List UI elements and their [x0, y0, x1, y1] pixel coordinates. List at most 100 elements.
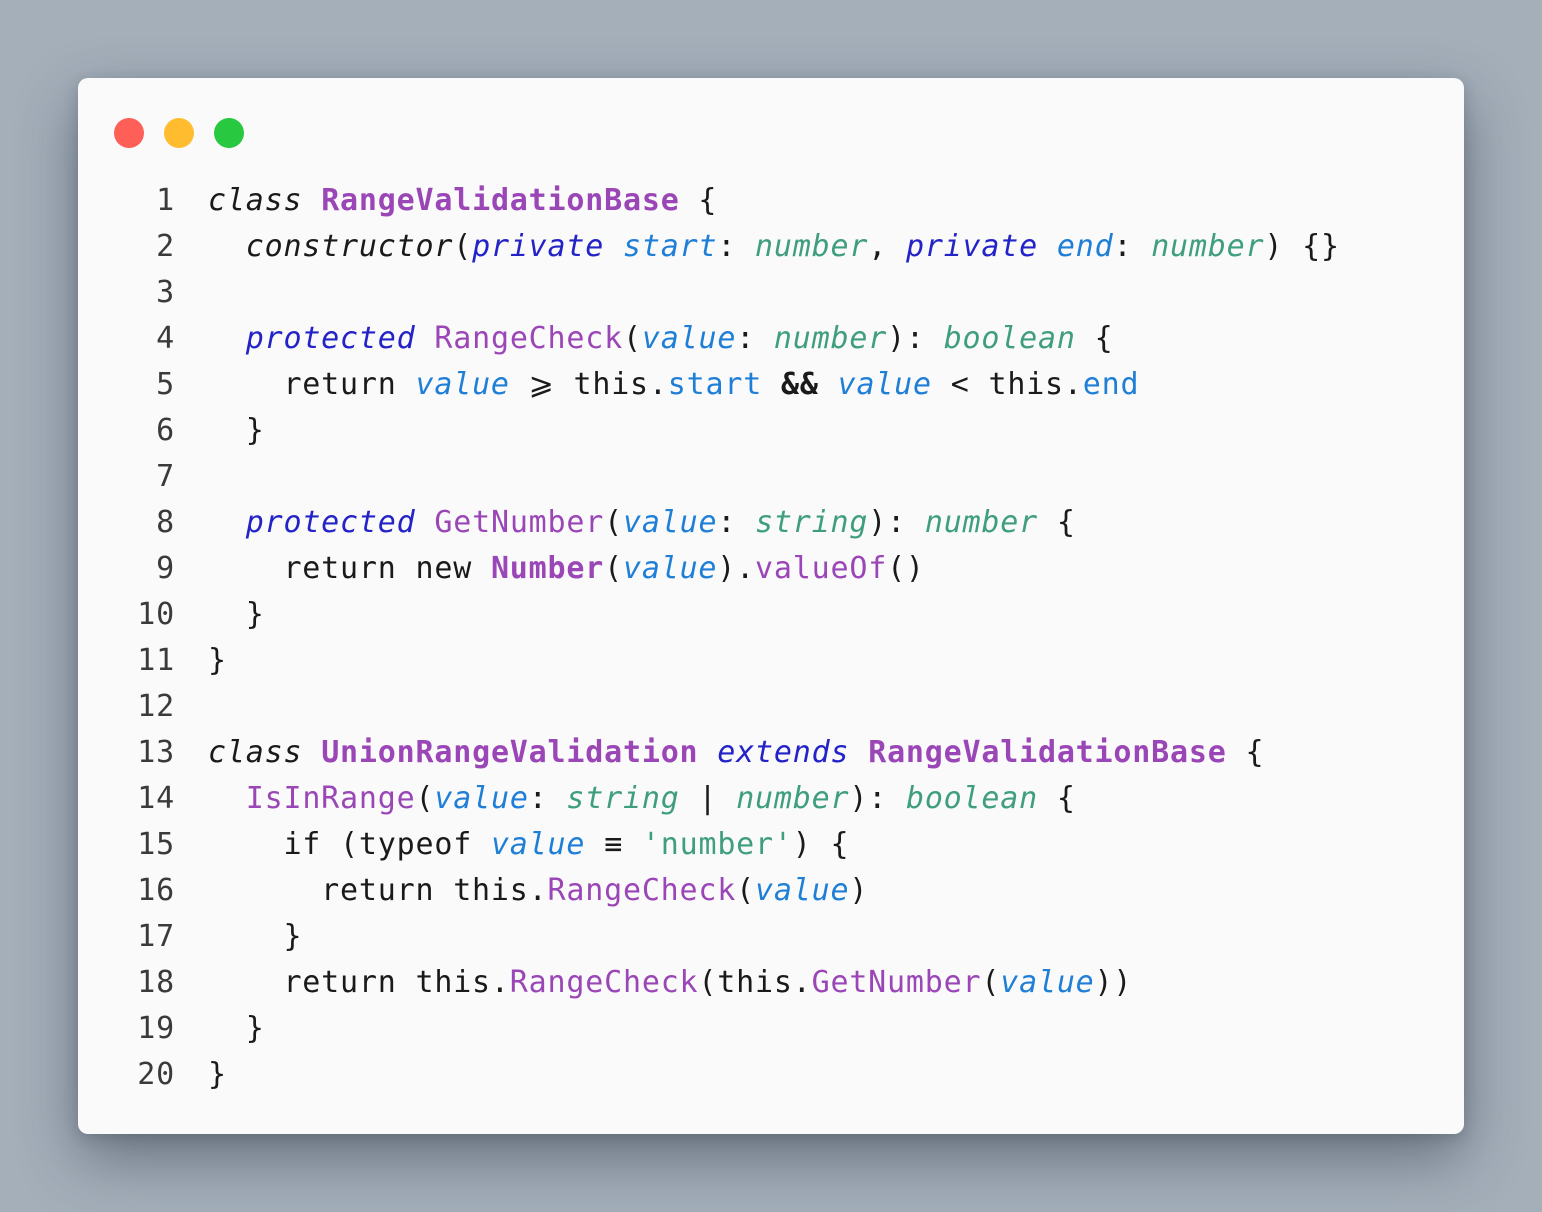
type-token: boolean [905, 781, 1038, 816]
code-line: 6 } [106, 408, 1340, 454]
code-line: 1 class RangeValidationBase { [106, 178, 1340, 224]
line-number: 8 [156, 505, 175, 540]
code-line: 9 return new Number(value).valueOf() [106, 546, 1340, 592]
keyword-token: class [208, 735, 303, 770]
code-text: } [208, 1011, 265, 1046]
code-text: ( [604, 505, 624, 540]
parameter-token: value [490, 827, 586, 862]
parameter-token: value [755, 873, 850, 908]
code-text: ( [736, 873, 756, 908]
type-token: string [566, 781, 680, 816]
line-number: 16 [137, 873, 175, 908]
code-text: { [1038, 505, 1076, 540]
line-number: 7 [156, 459, 175, 494]
code-text: return this. [208, 873, 548, 908]
maximize-dot-icon[interactable] [214, 118, 244, 148]
class-name-token: Number [490, 551, 605, 586]
code-text: < this. [931, 367, 1083, 402]
class-name-token: UnionRangeValidation [321, 735, 699, 770]
function-name-token: RangeCheck [509, 965, 699, 1000]
line-number: 9 [156, 551, 175, 586]
parameter-token: value [415, 367, 510, 402]
code-line: 19 } [106, 1006, 1340, 1052]
code-line: 8 protected GetNumber(value: string): nu… [106, 500, 1340, 546]
property-token: start [667, 367, 763, 402]
code-text: { [679, 183, 718, 218]
code-text: : [1113, 229, 1152, 264]
code-text: ): [868, 505, 925, 540]
code-line: 14 IsInRange(value: string | number): bo… [106, 776, 1340, 822]
code-text: { [1075, 321, 1114, 356]
code-text: : [717, 505, 756, 540]
function-name-token: valueOf [755, 551, 888, 586]
modifier-token: protected [245, 321, 416, 356]
code-text: } [208, 643, 227, 678]
code-text: } [208, 413, 265, 448]
operator-token: && [780, 367, 819, 402]
code-line: 11} [106, 638, 1340, 684]
line-number: 13 [137, 735, 175, 770]
line-number: 3 [156, 275, 175, 310]
line-number: 17 [137, 919, 175, 954]
code-text: ( [604, 551, 623, 586]
code-line: 3 [106, 270, 1340, 316]
code-text: this. [554, 367, 668, 402]
property-token: end [1082, 367, 1140, 402]
type-token: boolean [943, 321, 1076, 356]
code-text: ( [981, 965, 1001, 1000]
modifier-token: extends [717, 735, 850, 770]
line-number: 1 [156, 183, 175, 218]
function-name-token: GetNumber [434, 505, 605, 540]
line-number: 10 [137, 597, 175, 632]
code-block: 1 class RangeValidationBase {2 constructo… [106, 178, 1340, 1098]
type-token: number [1151, 229, 1265, 264]
line-number: 19 [137, 1011, 175, 1046]
code-text: } [208, 597, 265, 632]
type-token: number [773, 321, 888, 356]
code-text: ) {} [1264, 229, 1340, 264]
code-text: ): [849, 781, 906, 816]
code-line: 20} [106, 1052, 1340, 1098]
line-number: 11 [137, 643, 175, 678]
keyword-token: class [208, 183, 303, 218]
operator-token: ⩾ [528, 367, 555, 402]
modifier-token: private [905, 229, 1038, 264]
line-number: 5 [156, 367, 175, 402]
code-text: if (typeof [208, 827, 491, 862]
code-text: | [679, 781, 737, 816]
line-number: 18 [137, 965, 175, 1000]
function-name-token: RangeCheck [547, 873, 737, 908]
parameter-token: value [837, 367, 932, 402]
type-token: string [755, 505, 869, 540]
modifier-token: private [472, 229, 605, 264]
code-text: : [736, 321, 774, 356]
parameter-token: value [1000, 965, 1095, 1000]
code-text: ). [717, 551, 756, 586]
code-line: 10 } [106, 592, 1340, 638]
function-name-token: RangeCheck [434, 321, 623, 356]
window-controls [114, 118, 244, 148]
function-name-token: IsInRange [245, 781, 416, 816]
operator-token: ≡ [604, 827, 623, 862]
code-text: ) [849, 873, 869, 908]
parameter-token: value [434, 781, 529, 816]
minimize-dot-icon[interactable] [164, 118, 194, 148]
class-name-token: RangeValidationBase [868, 735, 1227, 770]
code-line: 12 [106, 684, 1340, 730]
code-line: 16 return this.RangeCheck(value) [106, 868, 1340, 914]
close-dot-icon[interactable] [114, 118, 144, 148]
code-text: { [1226, 735, 1265, 770]
parameter-token: value [641, 321, 737, 356]
code-line: 17 } [106, 914, 1340, 960]
